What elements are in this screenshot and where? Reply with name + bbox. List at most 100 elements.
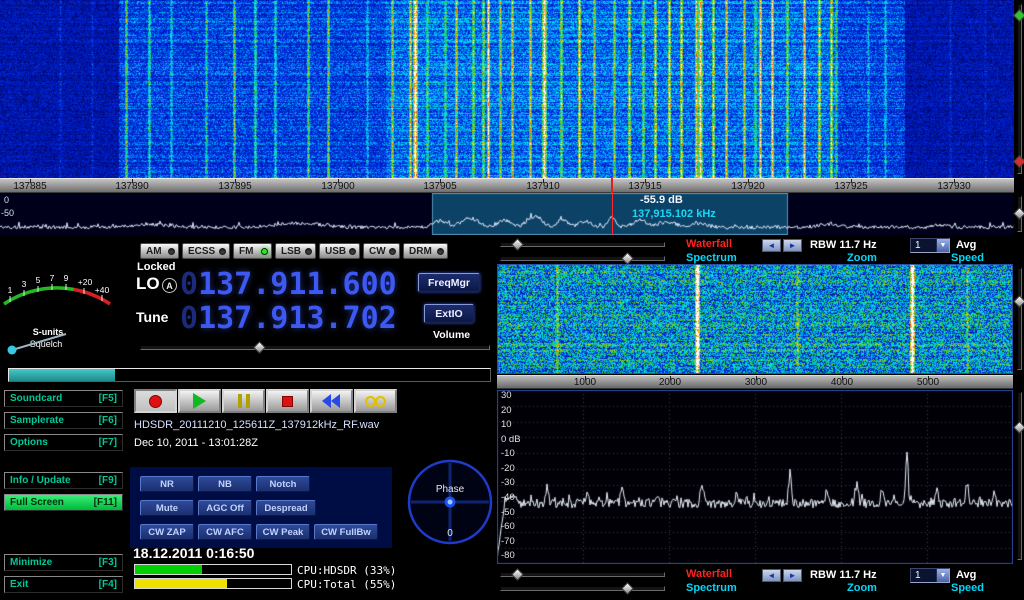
play-icon — [193, 393, 206, 409]
stop-button[interactable] — [266, 389, 309, 413]
db-label: 0 dB — [501, 435, 521, 445]
agc-off-button[interactable]: AGC Off — [198, 500, 252, 516]
soundcard-button[interactable]: Soundcard[F5] — [4, 390, 123, 407]
exit-button[interactable]: Exit[F4] — [4, 576, 123, 593]
freq-tick-label: 137925 — [827, 181, 875, 192]
lower-zoom-handle[interactable] — [621, 582, 634, 595]
s-meter-tick — [38, 286, 39, 292]
upper-spectrum-label[interactable]: Spectrum — [686, 252, 737, 264]
upper-zoom-slider[interactable] — [500, 256, 665, 261]
mode-button-lsb[interactable]: LSB — [275, 243, 316, 259]
waterfall-max-handle[interactable] — [1013, 9, 1024, 22]
info-update-button[interactable]: Info / Update[F9] — [4, 472, 123, 489]
dropdown-arrow-icon[interactable]: ▼ — [936, 239, 949, 252]
overview-spectrum[interactable] — [0, 193, 1014, 235]
audio-freq-label: 1000 — [565, 377, 605, 388]
samplerate-button[interactable]: Samplerate[F6] — [4, 412, 123, 429]
freq-tick-label: 137900 — [314, 181, 362, 192]
cpu-hdsdr-fill — [135, 565, 202, 574]
lo-frequency-display[interactable]: 0137.911.600 — [180, 267, 397, 302]
extio-button[interactable]: ExtIO — [424, 304, 474, 323]
squelch-fill — [9, 369, 115, 381]
audio-spectrum-track[interactable] — [1017, 392, 1022, 560]
lower-rbw-increase-button[interactable]: ► — [783, 569, 802, 582]
lo-frequency-value[interactable]: 137.911.600 — [198, 267, 397, 302]
mode-label: ECSS — [188, 246, 215, 257]
minimize-button[interactable]: Minimize[F3] — [4, 554, 123, 571]
pause-button[interactable] — [222, 389, 265, 413]
mode-button-drm[interactable]: DRM — [403, 243, 448, 259]
nav-key: [F7] — [99, 437, 117, 448]
strip-scale-track[interactable] — [1017, 196, 1022, 232]
strip-scale-handle[interactable] — [1013, 207, 1024, 220]
db-label: -40 — [501, 493, 515, 503]
audio-spectrum-handle[interactable] — [1013, 421, 1024, 434]
s-meter-label: 1 — [8, 285, 13, 295]
right-arrow-icon: ► — [789, 571, 797, 580]
volume-label: Volume — [433, 329, 470, 341]
lower-rbw-decrease-button[interactable]: ◄ — [762, 569, 781, 582]
s-meter-tick — [52, 284, 53, 290]
lower-avg-select[interactable]: 1▼ — [910, 568, 950, 583]
waterfall-min-handle[interactable] — [1013, 155, 1024, 168]
despread-button[interactable]: Despread — [256, 500, 316, 516]
volume-slider[interactable] — [140, 345, 490, 350]
cw-afc-button[interactable]: CW AFC — [198, 524, 252, 540]
options-button[interactable]: Options[F7] — [4, 434, 123, 451]
upper-avg-value: 1 — [911, 239, 936, 252]
audio-frequency-scale[interactable]: 1000 2000 3000 4000 5000 — [497, 375, 1013, 389]
lower-zoom-slider[interactable] — [500, 586, 665, 591]
mode-button-usb[interactable]: USB — [319, 243, 360, 259]
upper-zoom-label: Zoom — [847, 252, 877, 264]
lower-waterfall-contrast-slider[interactable] — [500, 572, 665, 577]
lo-autolock-button[interactable]: A — [162, 278, 177, 293]
lower-spectrum-label[interactable]: Spectrum — [686, 582, 737, 594]
mode-button-cw[interactable]: CW — [363, 243, 400, 259]
frequency-scale[interactable]: 137885 137890 137895 137900 137905 13791… — [0, 178, 1014, 193]
upper-avg-select[interactable]: 1▼ — [910, 238, 950, 253]
tune-frequency-value[interactable]: 137.913.702 — [198, 301, 397, 336]
fullscreen-button[interactable]: Full Screen[F11] — [4, 494, 123, 511]
audio-waterfall-handle[interactable] — [1013, 295, 1024, 308]
main-waterfall-display[interactable] — [0, 0, 1014, 178]
tune-frequency-display[interactable]: 0137.913.702 — [180, 301, 397, 336]
freqmgr-button[interactable]: FreqMgr — [418, 273, 480, 292]
phase-label: Phase — [436, 484, 465, 495]
dropdown-arrow-icon[interactable]: ▼ — [936, 569, 949, 582]
loop-button[interactable] — [354, 389, 397, 413]
squelch-bar[interactable] — [8, 368, 491, 382]
mode-button-fm[interactable]: FM — [233, 243, 272, 259]
waterfall-amplitude-track[interactable] — [1017, 4, 1022, 174]
cw-fullbw-button[interactable]: CW FullBw — [314, 524, 378, 540]
audio-waterfall-track[interactable] — [1017, 268, 1022, 370]
volume-handle[interactable] — [253, 341, 266, 354]
s-meter-needle-knob[interactable] — [8, 346, 17, 355]
lower-waterfall-label[interactable]: Waterfall — [686, 568, 732, 580]
cw-peak-button[interactable]: CW Peak — [256, 524, 310, 540]
mode-led — [437, 248, 444, 255]
nr-button[interactable]: NR — [140, 476, 194, 492]
record-button[interactable] — [134, 389, 177, 413]
notch-button[interactable]: Notch — [256, 476, 310, 492]
upper-rbw-increase-button[interactable]: ► — [783, 239, 802, 252]
rewind-button[interactable] — [310, 389, 353, 413]
upper-waterfall-contrast-handle[interactable] — [511, 238, 524, 251]
audio-waterfall-display[interactable] — [497, 264, 1013, 374]
phase-dial[interactable]: Phase 0 — [404, 456, 496, 548]
upper-rbw-decrease-button[interactable]: ◄ — [762, 239, 781, 252]
s-meter-tick — [10, 296, 11, 302]
upper-waterfall-label[interactable]: Waterfall — [686, 238, 732, 250]
cw-zap-button[interactable]: CW ZAP — [140, 524, 194, 540]
db-label: -20 — [501, 464, 515, 474]
play-button[interactable] — [178, 389, 221, 413]
mode-button-ecss[interactable]: ECSS — [182, 243, 230, 259]
lower-waterfall-contrast-handle[interactable] — [511, 568, 524, 581]
mute-button[interactable]: Mute — [140, 500, 194, 516]
audio-spectrum-display[interactable] — [497, 390, 1013, 564]
upper-zoom-handle[interactable] — [621, 252, 634, 265]
upper-waterfall-contrast-slider[interactable] — [500, 242, 665, 247]
nav-label: Full Screen — [10, 497, 64, 508]
nb-button[interactable]: NB — [198, 476, 252, 492]
mode-led — [389, 248, 396, 255]
mode-button-am[interactable]: AM — [140, 243, 179, 259]
